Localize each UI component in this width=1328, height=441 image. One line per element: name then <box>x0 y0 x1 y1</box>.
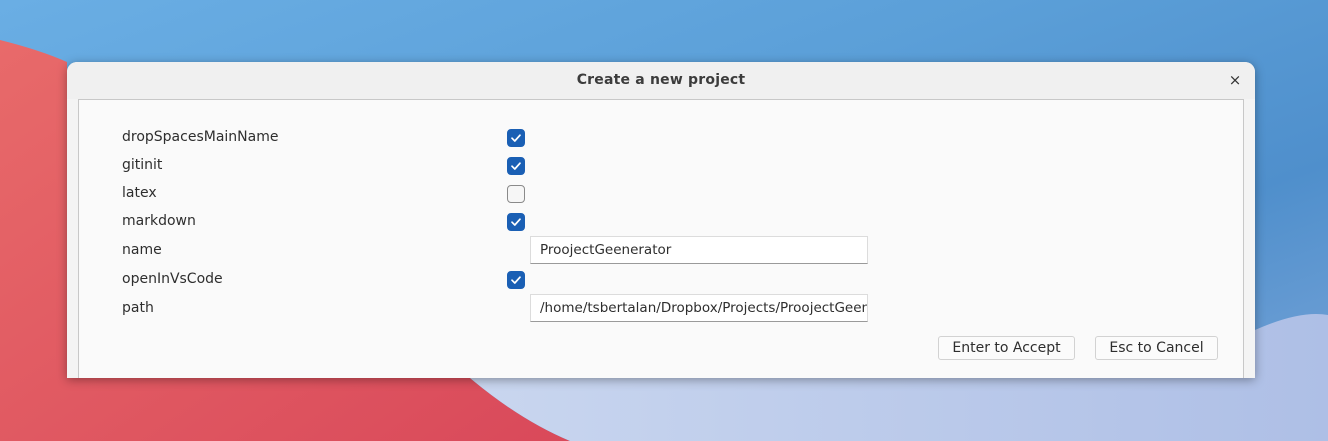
dialog-title: Create a new project <box>576 72 746 88</box>
checkmark-icon <box>511 134 521 142</box>
path-field[interactable]: /home/tsbertalan/Dropbox/Projects/Prooje… <box>530 294 868 322</box>
markdown-checkbox[interactable] <box>507 213 525 231</box>
dialog-titlebar: Create a new project × <box>67 62 1255 99</box>
name-field[interactable]: ProojectGeenerator <box>530 236 868 264</box>
close-button[interactable]: × <box>1225 70 1245 90</box>
latex-checkbox[interactable] <box>507 185 525 203</box>
name-label: name <box>122 242 162 258</box>
path-label: path <box>122 300 154 316</box>
openinvscode-label: openInVsCode <box>122 271 223 287</box>
openinvscode-checkbox[interactable] <box>507 271 525 289</box>
gitinit-checkbox[interactable] <box>507 157 525 175</box>
gitinit-label: gitinit <box>122 157 163 173</box>
checkmark-icon <box>511 276 521 284</box>
dropspacesmainname-label: dropSpacesMainName <box>122 129 279 145</box>
accept-button[interactable]: Enter to Accept <box>938 336 1075 360</box>
checkmark-icon <box>511 162 521 170</box>
dropspacesmainname-checkbox[interactable] <box>507 129 525 147</box>
close-icon: × <box>1228 71 1242 89</box>
cancel-button[interactable]: Esc to Cancel <box>1095 336 1218 360</box>
checkmark-icon <box>511 218 521 226</box>
form-panel: dropSpacesMainName gitinit latex markdow… <box>78 99 1244 378</box>
latex-label: latex <box>122 185 157 201</box>
create-project-dialog: Create a new project × dropSpacesMainNam… <box>67 62 1255 378</box>
markdown-label: markdown <box>122 213 196 229</box>
